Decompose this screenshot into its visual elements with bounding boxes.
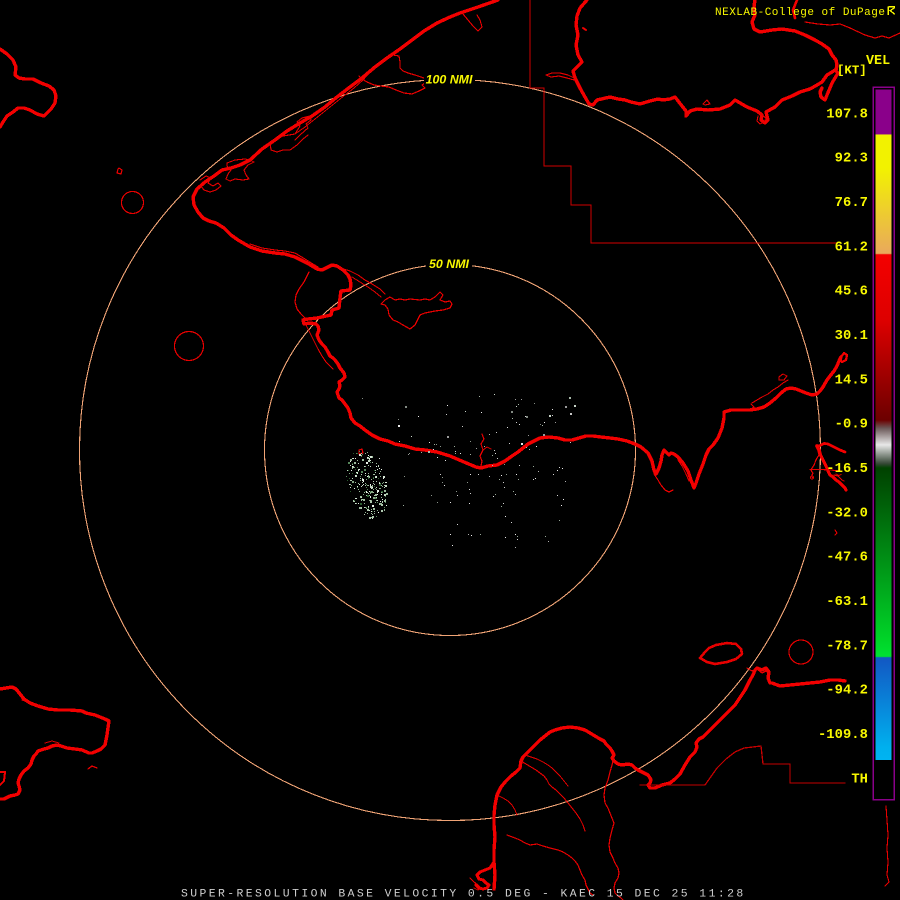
svg-text:107.8: 107.8 — [826, 107, 868, 122]
svg-text:-78.7: -78.7 — [826, 639, 868, 654]
svg-text:VEL: VEL — [866, 54, 890, 69]
svg-text:30.1: 30.1 — [835, 329, 868, 344]
svg-text:[KT]: [KT] — [837, 64, 867, 78]
svg-text:TH: TH — [851, 772, 868, 787]
svg-text:100 NMI: 100 NMI — [426, 73, 473, 87]
svg-text:-63.1: -63.1 — [826, 595, 868, 610]
svg-text:NEXLAB-College of DuPage: NEXLAB-College of DuPage — [715, 7, 885, 19]
svg-text:-16.5: -16.5 — [826, 462, 868, 477]
svg-text:61.2: 61.2 — [835, 240, 868, 255]
svg-text:-0.9: -0.9 — [835, 418, 868, 433]
svg-text:92.3: 92.3 — [835, 152, 868, 167]
svg-text:-94.2: -94.2 — [826, 684, 868, 699]
svg-text:50 NMI: 50 NMI — [429, 257, 469, 271]
svg-text:-32.0: -32.0 — [826, 506, 868, 521]
svg-text:-109.8: -109.8 — [818, 728, 868, 743]
svg-text:76.7: 76.7 — [835, 196, 868, 211]
svg-text:-47.6: -47.6 — [826, 551, 868, 566]
svg-text:14.5: 14.5 — [835, 373, 868, 388]
svg-text:SUPER-RESOLUTION BASE VELOCITY: SUPER-RESOLUTION BASE VELOCITY 0.5 DEG -… — [181, 889, 746, 900]
svg-text:45.6: 45.6 — [835, 285, 868, 300]
